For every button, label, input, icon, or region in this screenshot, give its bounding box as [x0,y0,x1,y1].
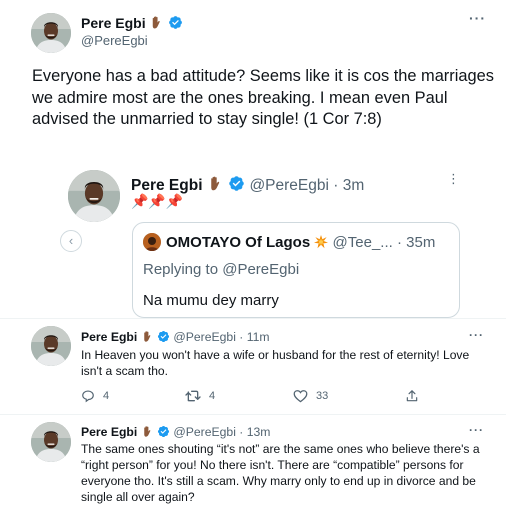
like-count: 33 [316,390,329,402]
raised-hand-emoji-icon [149,15,164,30]
avatar-image [31,422,71,462]
nested-tweet-time[interactable]: · 35m [397,234,435,251]
more-options-button[interactable]: ··· [469,10,486,26]
retweet-icon [185,390,201,402]
verified-badge-icon [228,175,245,192]
divider [0,414,506,415]
reply-author-avatar[interactable] [31,422,71,462]
quoted-tweet-time[interactable]: · 3m [333,177,364,194]
comment-icon [82,390,94,403]
quoted-more-icon[interactable]: ⋮ [447,171,460,187]
author-name-row[interactable]: Pere Egbi [81,15,183,31]
more-options-button[interactable]: ··· [469,423,484,437]
tweet-text: Everyone has a bad attitude? Seems like … [32,67,494,128]
share-action[interactable] [405,389,419,403]
reply-author-row[interactable]: Pere Egbi @PereEgbi · 13m [81,425,270,439]
reply-time[interactable]: · 13m [239,425,270,439]
avatar-image [68,170,120,222]
reply-author-handle[interactable]: @PereEgbi [173,330,236,344]
author-name[interactable]: Pere Egbi [81,15,146,31]
reply-count: 4 [103,390,110,402]
raised-hand-emoji-icon [141,330,154,343]
verified-badge-icon [157,425,170,438]
retweet-action[interactable]: 4 [185,389,215,403]
nested-author-name[interactable]: OMOTAYO Of Lagos [166,234,310,251]
more-options-button[interactable]: ··· [469,328,484,342]
quoted-author-handle[interactable]: @PereEgbi [249,177,329,194]
raised-hand-emoji-icon [207,175,224,192]
reply-text: The same ones shouting “it's not” are th… [81,442,480,504]
nested-author-row[interactable]: OMOTAYO Of Lagos @Tee_... · 35m [166,234,435,251]
divider [0,318,506,319]
verified-badge-icon [168,15,183,30]
replying-to-label[interactable]: Replying to @PereEgbi [143,261,299,278]
avatar-image [31,326,71,366]
reply-author-name[interactable]: Pere Egbi [81,425,137,439]
nested-author-avatar[interactable] [143,233,161,251]
reply-author-name[interactable]: Pere Egbi [81,330,137,344]
collision-emoji-icon [314,235,329,249]
quoted-author-row[interactable]: Pere Egbi @PereEgbi · 3m [131,175,364,195]
avatar-image [143,233,161,251]
author-handle[interactable]: @PereEgbi [81,33,148,48]
reply-text: In Heaven you won't have a wife or husba… [81,348,470,378]
raised-hand-emoji-icon [141,425,154,438]
reply-author-row[interactable]: Pere Egbi @PereEgbi · 11m [81,330,270,344]
reply-time[interactable]: · 11m [239,330,269,344]
avatar-image [31,13,71,53]
share-icon [406,390,418,402]
pushpin-emojis: 📌📌📌 [131,193,184,209]
reply-author-handle[interactable]: @PereEgbi [173,425,236,439]
verified-badge-icon [157,330,170,343]
like-action[interactable]: 33 [293,389,328,403]
retweet-count: 4 [209,390,216,402]
nested-author-handle[interactable]: @Tee_... [333,234,393,251]
quoted-author-avatar[interactable] [68,170,120,222]
author-avatar[interactable] [31,13,71,53]
heart-icon [293,390,308,403]
nested-tweet-text: Na mumu dey marry [143,292,279,309]
reply-author-avatar[interactable] [31,326,71,366]
reply-action[interactable]: 4 [81,389,109,403]
quoted-author-name[interactable]: Pere Egbi [131,177,203,194]
action-bar: 4 4 33 [81,389,441,407]
previous-arrow-button[interactable]: ‹ [60,230,82,252]
